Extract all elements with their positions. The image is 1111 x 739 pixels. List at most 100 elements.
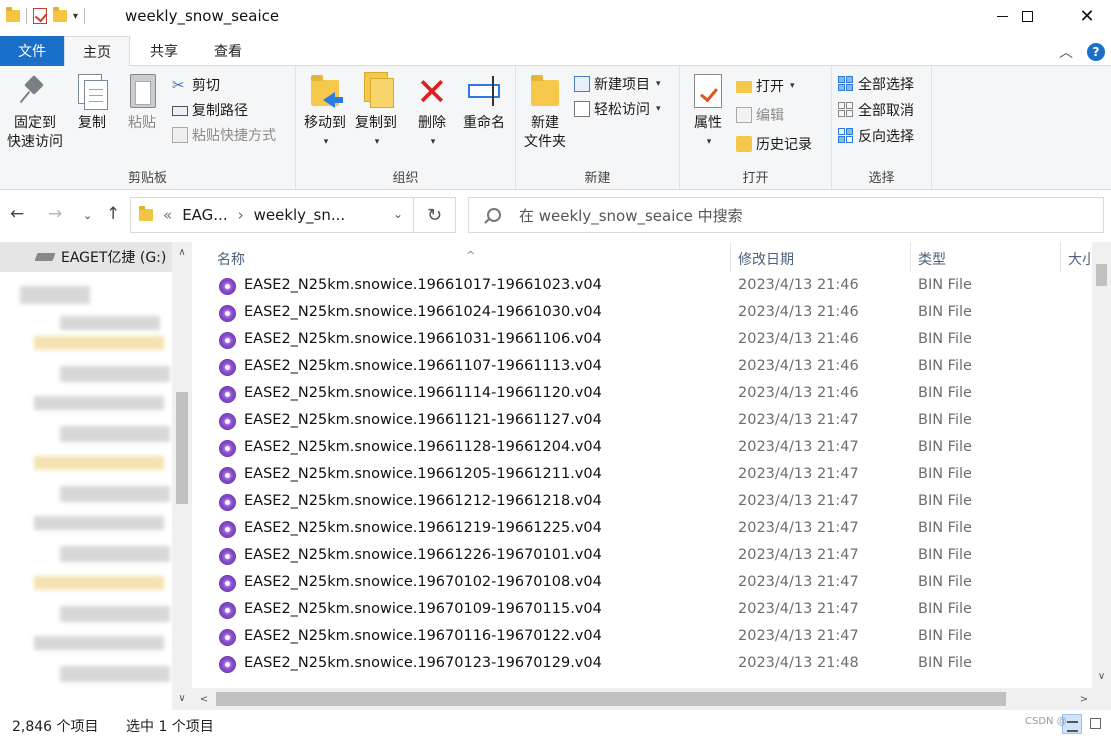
properties-button[interactable]: 属性 ▾ bbox=[684, 72, 732, 152]
file-date: 2023/4/13 21:47 bbox=[738, 493, 859, 509]
easy-access-label: 轻松访问 bbox=[594, 102, 650, 118]
invert-selection-button[interactable]: 反向选择 bbox=[838, 125, 914, 147]
select-none-button[interactable]: 全部取消 bbox=[838, 99, 914, 121]
scroll-up-icon[interactable]: ∧ bbox=[172, 242, 192, 262]
file-row[interactable]: EASE2_N25km.snowice.19670109-19670115.v0… bbox=[192, 597, 1092, 624]
new-folder-button[interactable]: 新建 文件夹 bbox=[520, 72, 570, 152]
copy-path-button[interactable]: 复制路径 bbox=[172, 99, 248, 121]
file-row[interactable]: EASE2_N25km.snowice.19661107-19661113.v0… bbox=[192, 354, 1092, 381]
column-type[interactable]: 类型 bbox=[918, 249, 946, 269]
pin-to-quick-access-button[interactable]: 固定到 快速访问 bbox=[4, 72, 66, 152]
nav-item-drive[interactable]: EAGET亿捷 (G:) bbox=[0, 242, 172, 272]
delete-button[interactable]: ✕ 删除 ▾ bbox=[410, 72, 454, 152]
file-date: 2023/4/13 21:47 bbox=[738, 574, 859, 590]
collapse-ribbon-chevron-icon[interactable]: ︿ bbox=[1059, 42, 1073, 62]
help-icon[interactable]: ? bbox=[1087, 43, 1105, 61]
delete-x-icon: ✕ bbox=[416, 70, 448, 114]
back-arrow-icon[interactable]: ← bbox=[10, 204, 24, 224]
navigation-pane: EAGET亿捷 (G:) ∧ ∨ bbox=[0, 242, 192, 710]
file-row[interactable]: EASE2_N25km.snowice.19661219-19661225.v0… bbox=[192, 516, 1092, 543]
history-button[interactable]: 历史记录 bbox=[736, 133, 812, 155]
forward-arrow-icon[interactable]: → bbox=[48, 204, 62, 224]
scroll-right-icon[interactable]: > bbox=[1074, 689, 1094, 709]
list-horizontal-scrollbar[interactable]: < > bbox=[192, 688, 1111, 710]
file-row[interactable]: EASE2_N25km.snowice.19670123-19670129.v0… bbox=[192, 651, 1092, 678]
paste-shortcut-button[interactable]: 粘贴快捷方式 bbox=[172, 124, 276, 146]
file-list: ^ 名称 修改日期 类型 大小 EASE2_N25km.snowice.1966… bbox=[192, 242, 1111, 710]
recent-locations-chevron-icon[interactable]: ⌄ bbox=[83, 209, 92, 222]
file-row[interactable]: EASE2_N25km.snowice.19661226-19670101.v0… bbox=[192, 543, 1092, 570]
rename-button[interactable]: 重命名 bbox=[456, 72, 512, 133]
copy-button[interactable]: 复制 bbox=[70, 72, 114, 133]
chevron-down-icon: ▾ bbox=[790, 81, 795, 91]
column-divider[interactable] bbox=[910, 242, 911, 272]
close-button[interactable]: ✕ bbox=[1064, 0, 1110, 32]
column-name[interactable]: 名称 bbox=[217, 249, 245, 269]
breadcrumb-eaget[interactable]: EAG... bbox=[182, 206, 227, 224]
paste-icon bbox=[124, 72, 160, 112]
file-row[interactable]: EASE2_N25km.snowice.19661031-19661106.v0… bbox=[192, 327, 1092, 354]
copy-path-icon bbox=[172, 106, 188, 116]
tab-share[interactable]: 共享 bbox=[136, 36, 192, 66]
edit-button[interactable]: 编辑 bbox=[736, 104, 784, 126]
select-group: 全部选择 全部取消 反向选择 选择 bbox=[832, 66, 932, 190]
column-divider[interactable] bbox=[730, 242, 731, 272]
address-bar[interactable]: « EAG... › weekly_sn... ⌄ bbox=[130, 197, 414, 233]
file-row[interactable]: EASE2_N25km.snowice.19670116-19670122.v0… bbox=[192, 624, 1092, 651]
copy-to-button[interactable]: 复制到 ▾ bbox=[350, 72, 402, 152]
file-name: EASE2_N25km.snowice.19670102-19670108.v0… bbox=[244, 574, 602, 590]
scroll-left-icon[interactable]: < bbox=[194, 689, 214, 709]
up-arrow-icon[interactable]: ↑ bbox=[106, 204, 120, 224]
new-item-button[interactable]: 新建项目 ▾ bbox=[574, 73, 661, 95]
select-all-button[interactable]: 全部选择 bbox=[838, 73, 914, 95]
search-input[interactable]: 在 weekly_snow_seaice 中搜索 bbox=[468, 197, 1104, 233]
nav-scroll-thumb[interactable] bbox=[176, 392, 188, 504]
ribbon-tabs: 文件 主页 共享 查看 ︿ ? bbox=[0, 34, 1111, 67]
tab-home[interactable]: 主页 bbox=[64, 36, 130, 67]
list-vertical-scrollbar[interactable]: ∨ bbox=[1092, 242, 1111, 688]
large-icons-view-button[interactable] bbox=[1086, 714, 1106, 734]
file-row[interactable]: EASE2_N25km.snowice.19661017-19661023.v0… bbox=[192, 273, 1092, 300]
breadcrumb-weekly[interactable]: weekly_sn... bbox=[254, 206, 346, 224]
disc-image-file-icon bbox=[219, 548, 236, 565]
file-row[interactable]: EASE2_N25km.snowice.19661212-19661218.v0… bbox=[192, 489, 1092, 516]
list-vscroll-thumb[interactable] bbox=[1096, 264, 1107, 286]
column-date[interactable]: 修改日期 bbox=[738, 249, 794, 269]
paste-shortcut-icon bbox=[172, 127, 188, 143]
paste-button[interactable]: 粘贴 bbox=[120, 72, 164, 133]
file-row[interactable]: EASE2_N25km.snowice.19670102-19670108.v0… bbox=[192, 570, 1092, 597]
disc-image-file-icon bbox=[219, 278, 236, 295]
ribbon: 固定到 快速访问 复制 粘贴 ✂ 剪切 复制路径 粘贴快捷方式 剪贴板 移动到 … bbox=[0, 66, 1111, 190]
scroll-down-icon[interactable]: ∨ bbox=[172, 688, 192, 708]
refresh-button[interactable]: ↻ bbox=[414, 197, 456, 233]
tab-file[interactable]: 文件 bbox=[0, 36, 64, 66]
address-overflow[interactable]: « bbox=[163, 206, 172, 224]
tab-view[interactable]: 查看 bbox=[200, 36, 256, 66]
cut-button[interactable]: ✂ 剪切 bbox=[172, 74, 220, 96]
file-row[interactable]: EASE2_N25km.snowice.19661024-19661030.v0… bbox=[192, 300, 1092, 327]
list-hscroll-thumb[interactable] bbox=[216, 692, 1006, 706]
large-icons-view-icon bbox=[1090, 718, 1101, 729]
open-button[interactable]: 打开 ▾ bbox=[736, 75, 795, 97]
properties-icon bbox=[690, 72, 726, 112]
file-row[interactable]: EASE2_N25km.snowice.19661121-19661127.v0… bbox=[192, 408, 1092, 435]
drive-icon bbox=[34, 253, 56, 261]
file-row[interactable]: EASE2_N25km.snowice.19661205-19661211.v0… bbox=[192, 462, 1092, 489]
scroll-down-icon[interactable]: ∨ bbox=[1092, 666, 1111, 686]
move-to-button[interactable]: 移动到 ▾ bbox=[300, 72, 350, 152]
maximize-button[interactable] bbox=[1004, 0, 1050, 32]
column-divider[interactable] bbox=[1060, 242, 1061, 272]
disc-image-file-icon bbox=[219, 656, 236, 673]
customize-qat-chevron-icon[interactable]: ▾ bbox=[73, 11, 78, 22]
item-count: 2,846 个项目 bbox=[12, 719, 99, 735]
address-history-chevron-icon[interactable]: ⌄ bbox=[393, 207, 403, 221]
file-name: EASE2_N25km.snowice.19661114-19661120.v0… bbox=[244, 385, 602, 401]
nav-scrollbar[interactable]: ∧ ∨ bbox=[172, 242, 192, 710]
easy-access-button[interactable]: 轻松访问 ▾ bbox=[574, 98, 661, 120]
new-folder-qat-icon[interactable] bbox=[53, 7, 67, 22]
open-label: 打开 bbox=[756, 79, 784, 95]
properties-qat-icon[interactable] bbox=[33, 8, 47, 24]
file-row[interactable]: EASE2_N25km.snowice.19661114-19661120.v0… bbox=[192, 381, 1092, 408]
file-row[interactable]: EASE2_N25km.snowice.19661128-19661204.v0… bbox=[192, 435, 1092, 462]
disc-image-file-icon bbox=[219, 413, 236, 430]
